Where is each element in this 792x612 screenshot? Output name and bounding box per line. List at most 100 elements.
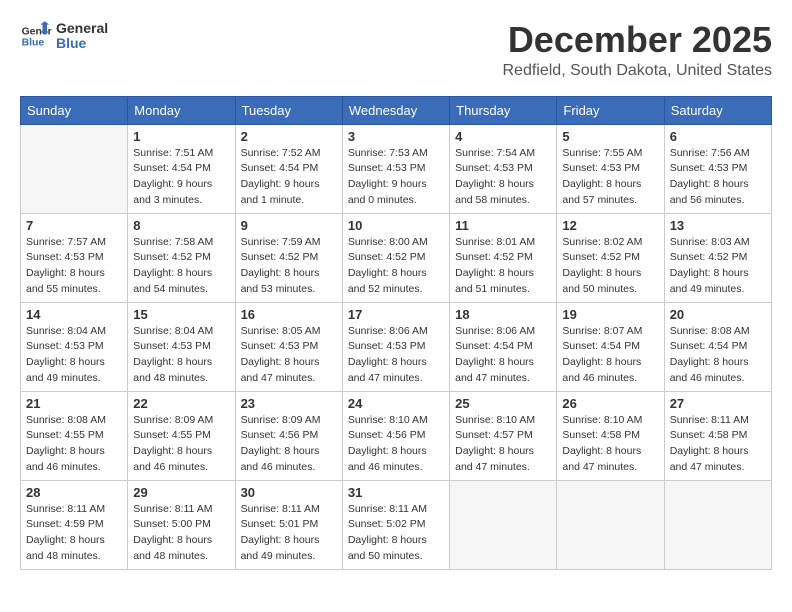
day-cell: 8 Sunrise: 7:58 AMSunset: 4:52 PMDaylight… [128, 213, 235, 302]
day-cell [450, 480, 557, 569]
logo-icon: General Blue [20, 20, 52, 52]
day-number: 14 [26, 307, 122, 322]
day-number: 16 [241, 307, 337, 322]
day-cell: 22 Sunrise: 8:09 AMSunset: 4:55 PMDayligh… [128, 391, 235, 480]
day-number: 1 [133, 129, 229, 144]
day-number: 18 [455, 307, 551, 322]
day-info: Sunrise: 8:08 AMSunset: 4:54 PMDaylight:… [670, 324, 766, 387]
day-number: 28 [26, 485, 122, 500]
day-cell [664, 480, 771, 569]
day-cell: 6 Sunrise: 7:56 AMSunset: 4:53 PMDaylight… [664, 124, 771, 213]
day-number: 21 [26, 396, 122, 411]
day-cell: 24 Sunrise: 8:10 AMSunset: 4:56 PMDayligh… [342, 391, 449, 480]
day-info: Sunrise: 7:59 AMSunset: 4:52 PMDaylight:… [241, 235, 337, 298]
day-cell: 13 Sunrise: 8:03 AMSunset: 4:52 PMDayligh… [664, 213, 771, 302]
day-cell: 2 Sunrise: 7:52 AMSunset: 4:54 PMDaylight… [235, 124, 342, 213]
day-info: Sunrise: 8:04 AMSunset: 4:53 PMDaylight:… [26, 324, 122, 387]
day-cell: 16 Sunrise: 8:05 AMSunset: 4:53 PMDayligh… [235, 302, 342, 391]
day-number: 7 [26, 218, 122, 233]
day-info: Sunrise: 8:03 AMSunset: 4:52 PMDaylight:… [670, 235, 766, 298]
day-cell: 3 Sunrise: 7:53 AMSunset: 4:53 PMDaylight… [342, 124, 449, 213]
day-number: 27 [670, 396, 766, 411]
day-number: 8 [133, 218, 229, 233]
title-block: December 2025 Redfield, South Dakota, Un… [503, 20, 773, 80]
col-header-monday: Monday [128, 96, 235, 124]
day-info: Sunrise: 7:58 AMSunset: 4:52 PMDaylight:… [133, 235, 229, 298]
day-info: Sunrise: 8:11 AMSunset: 5:01 PMDaylight:… [241, 502, 337, 565]
day-info: Sunrise: 8:11 AMSunset: 4:58 PMDaylight:… [670, 413, 766, 476]
day-info: Sunrise: 8:01 AMSunset: 4:52 PMDaylight:… [455, 235, 551, 298]
calendar-table: SundayMondayTuesdayWednesdayThursdayFrid… [20, 96, 772, 570]
day-info: Sunrise: 7:52 AMSunset: 4:54 PMDaylight:… [241, 146, 337, 209]
day-cell: 10 Sunrise: 8:00 AMSunset: 4:52 PMDayligh… [342, 213, 449, 302]
week-row-1: 7 Sunrise: 7:57 AMSunset: 4:53 PMDaylight… [21, 213, 772, 302]
day-number: 11 [455, 218, 551, 233]
day-number: 25 [455, 396, 551, 411]
day-info: Sunrise: 7:56 AMSunset: 4:53 PMDaylight:… [670, 146, 766, 209]
col-header-friday: Friday [557, 96, 664, 124]
day-cell: 31 Sunrise: 8:11 AMSunset: 5:02 PMDayligh… [342, 480, 449, 569]
day-cell: 7 Sunrise: 7:57 AMSunset: 4:53 PMDaylight… [21, 213, 128, 302]
day-info: Sunrise: 8:04 AMSunset: 4:53 PMDaylight:… [133, 324, 229, 387]
day-number: 3 [348, 129, 444, 144]
day-cell: 17 Sunrise: 8:06 AMSunset: 4:53 PMDayligh… [342, 302, 449, 391]
day-info: Sunrise: 8:11 AMSunset: 5:00 PMDaylight:… [133, 502, 229, 565]
day-info: Sunrise: 8:10 AMSunset: 4:56 PMDaylight:… [348, 413, 444, 476]
day-cell: 9Sunrise: 7:59 AMSunset: 4:52 PMDaylight… [235, 213, 342, 302]
day-info: Sunrise: 8:11 AMSunset: 4:59 PMDaylight:… [26, 502, 122, 565]
day-cell: 21 Sunrise: 8:08 AMSunset: 4:55 PMDayligh… [21, 391, 128, 480]
day-number: 13 [670, 218, 766, 233]
day-number: 30 [241, 485, 337, 500]
day-cell: 25 Sunrise: 8:10 AMSunset: 4:57 PMDayligh… [450, 391, 557, 480]
day-number: 17 [348, 307, 444, 322]
day-number: 22 [133, 396, 229, 411]
day-cell: 23 Sunrise: 8:09 AMSunset: 4:56 PMDayligh… [235, 391, 342, 480]
day-info: Sunrise: 8:02 AMSunset: 4:52 PMDaylight:… [562, 235, 658, 298]
day-cell: 30 Sunrise: 8:11 AMSunset: 5:01 PMDayligh… [235, 480, 342, 569]
week-row-4: 28 Sunrise: 8:11 AMSunset: 4:59 PMDayligh… [21, 480, 772, 569]
day-cell: 27 Sunrise: 8:11 AMSunset: 4:58 PMDayligh… [664, 391, 771, 480]
day-number: 23 [241, 396, 337, 411]
day-info: Sunrise: 8:10 AMSunset: 4:58 PMDaylight:… [562, 413, 658, 476]
day-cell: 28 Sunrise: 8:11 AMSunset: 4:59 PMDayligh… [21, 480, 128, 569]
svg-text:Blue: Blue [22, 38, 45, 49]
day-cell: 4Sunrise: 7:54 AMSunset: 4:53 PMDaylight… [450, 124, 557, 213]
day-info: Sunrise: 8:09 AMSunset: 4:56 PMDaylight:… [241, 413, 337, 476]
day-cell: 15Sunrise: 8:04 AMSunset: 4:53 PMDayligh… [128, 302, 235, 391]
day-info: Sunrise: 8:05 AMSunset: 4:53 PMDaylight:… [241, 324, 337, 387]
day-info: Sunrise: 8:08 AMSunset: 4:55 PMDaylight:… [26, 413, 122, 476]
col-header-tuesday: Tuesday [235, 96, 342, 124]
col-header-wednesday: Wednesday [342, 96, 449, 124]
day-info: Sunrise: 8:06 AMSunset: 4:53 PMDaylight:… [348, 324, 444, 387]
col-header-thursday: Thursday [450, 96, 557, 124]
day-number: 31 [348, 485, 444, 500]
col-header-saturday: Saturday [664, 96, 771, 124]
day-number: 5 [562, 129, 658, 144]
day-cell [21, 124, 128, 213]
month-title: December 2025 [503, 20, 773, 60]
day-number: 6 [670, 129, 766, 144]
day-number: 20 [670, 307, 766, 322]
day-info: Sunrise: 8:09 AMSunset: 4:55 PMDaylight:… [133, 413, 229, 476]
location: Redfield, South Dakota, United States [503, 62, 773, 80]
day-info: Sunrise: 8:10 AMSunset: 4:57 PMDaylight:… [455, 413, 551, 476]
day-cell: 5 Sunrise: 7:55 AMSunset: 4:53 PMDaylight… [557, 124, 664, 213]
day-number: 12 [562, 218, 658, 233]
day-info: Sunrise: 7:55 AMSunset: 4:53 PMDaylight:… [562, 146, 658, 209]
day-number: 10 [348, 218, 444, 233]
day-info: Sunrise: 8:11 AMSunset: 5:02 PMDaylight:… [348, 502, 444, 565]
day-cell [557, 480, 664, 569]
day-cell: 19Sunrise: 8:07 AMSunset: 4:54 PMDayligh… [557, 302, 664, 391]
logo-general: General [56, 21, 108, 36]
day-number: 29 [133, 485, 229, 500]
day-cell: 26Sunrise: 8:10 AMSunset: 4:58 PMDayligh… [557, 391, 664, 480]
day-info: Sunrise: 8:06 AMSunset: 4:54 PMDaylight:… [455, 324, 551, 387]
day-number: 24 [348, 396, 444, 411]
day-cell: 12 Sunrise: 8:02 AMSunset: 4:52 PMDayligh… [557, 213, 664, 302]
day-info: Sunrise: 7:53 AMSunset: 4:53 PMDaylight:… [348, 146, 444, 209]
day-info: Sunrise: 7:57 AMSunset: 4:53 PMDaylight:… [26, 235, 122, 298]
day-info: Sunrise: 8:00 AMSunset: 4:52 PMDaylight:… [348, 235, 444, 298]
day-number: 2 [241, 129, 337, 144]
page-header: General Blue General Blue December 2025 … [20, 20, 772, 80]
day-cell: 1Sunrise: 7:51 AMSunset: 4:54 PMDaylight… [128, 124, 235, 213]
